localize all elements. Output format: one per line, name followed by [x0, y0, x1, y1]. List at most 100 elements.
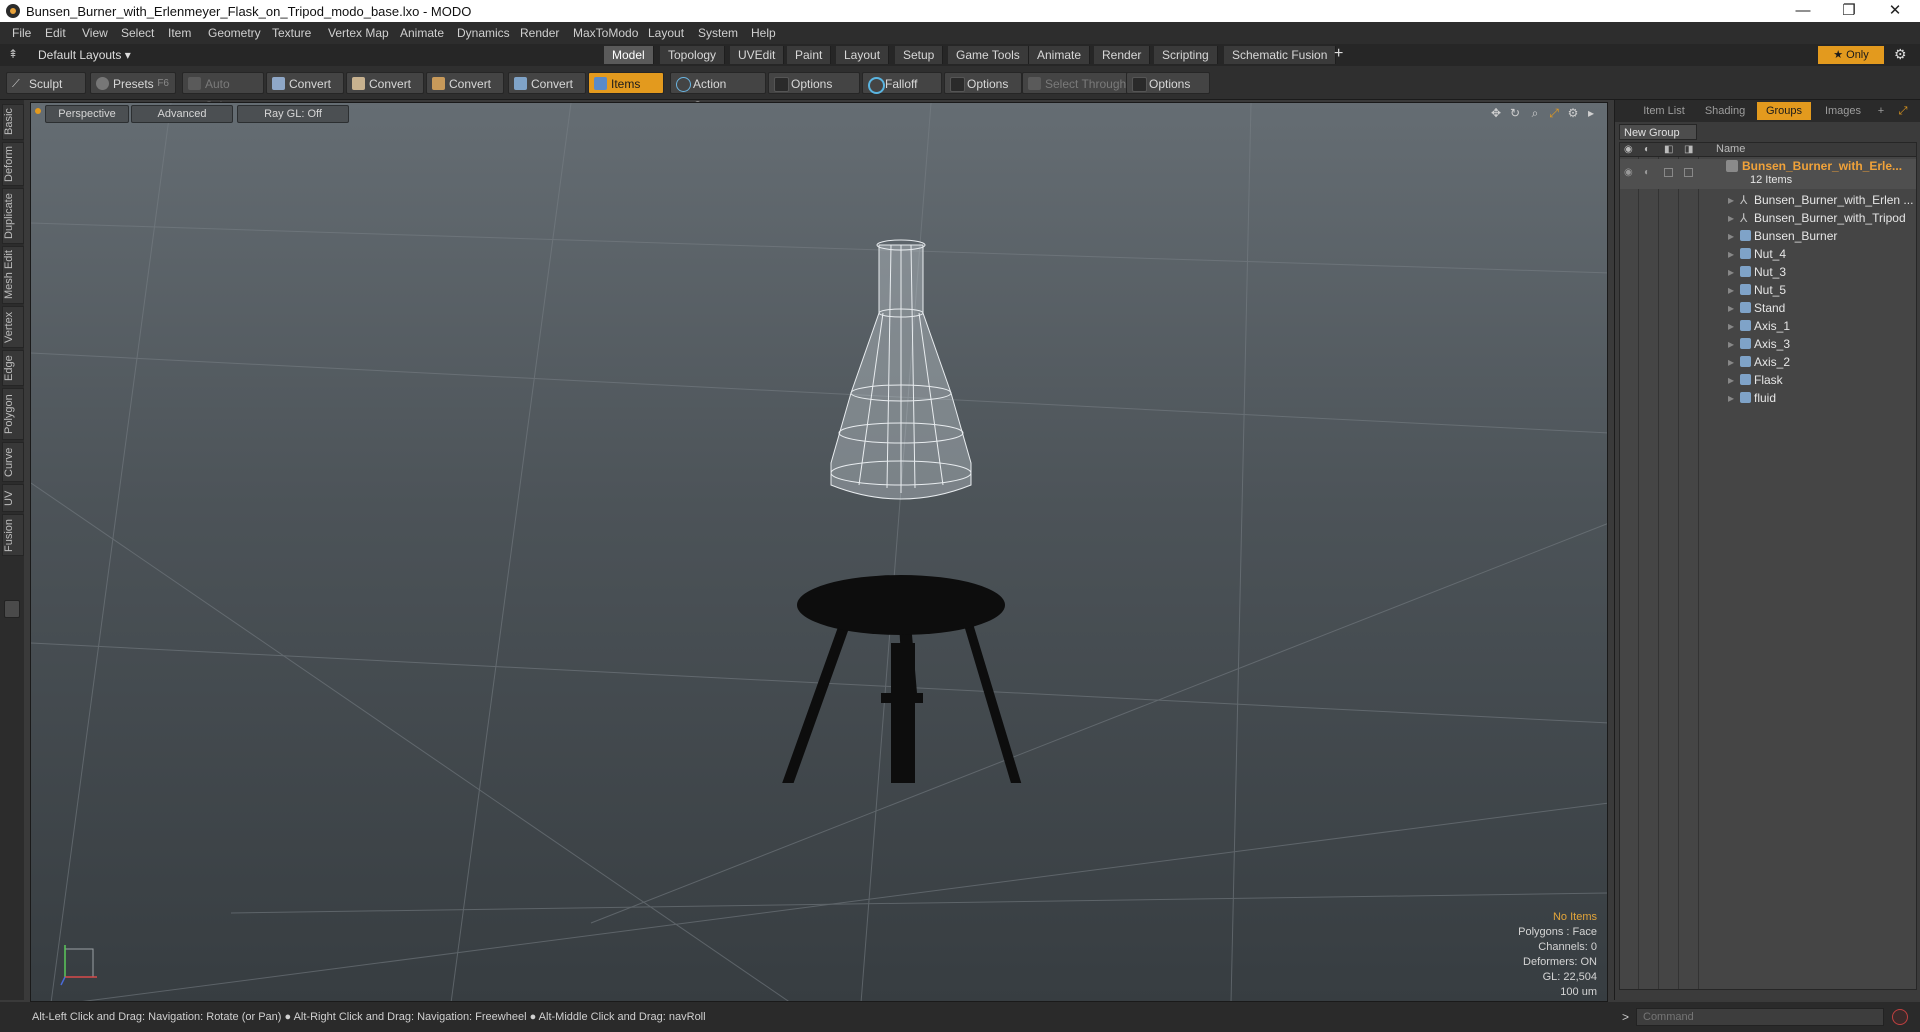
menu-edit[interactable]: Edit: [45, 26, 66, 40]
menu-texture[interactable]: Texture: [272, 26, 311, 40]
tab-edge[interactable]: Edge: [2, 350, 24, 386]
presets-button[interactable]: Presets F6: [90, 72, 176, 94]
raygl-toggle[interactable]: Ray GL: Off: [237, 105, 349, 123]
tab-render[interactable]: Render: [1094, 46, 1151, 64]
viewport-menu-dot[interactable]: [35, 108, 41, 114]
menu-system[interactable]: System: [698, 26, 738, 40]
menu-render[interactable]: Render: [520, 26, 559, 40]
expand-arrow-icon[interactable]: ▸: [1728, 263, 1734, 281]
menu-dynamics[interactable]: Dynamics: [457, 26, 510, 40]
group-row[interactable]: ◉ ◐ Bunsen_Burner_with_Erle... 12 Items: [1620, 159, 1916, 189]
tab-basic[interactable]: Basic: [2, 104, 24, 140]
gear-icon[interactable]: ⚙: [1894, 46, 1907, 63]
menu-file[interactable]: File: [12, 26, 31, 40]
eye-icon[interactable]: ◉: [1624, 167, 1633, 178]
expand-arrow-icon[interactable]: ▸: [1728, 371, 1734, 389]
tab-mesh-edit[interactable]: Mesh Edit: [2, 246, 24, 304]
fit-icon[interactable]: ⤢: [1547, 106, 1561, 120]
tab-game-tools[interactable]: Game Tools: [948, 46, 1029, 64]
action-center-options-button[interactable]: Options: [768, 72, 860, 94]
expand-icon[interactable]: ▸: [1584, 106, 1598, 120]
tab-groups[interactable]: Groups: [1757, 102, 1811, 120]
tab-model[interactable]: Model: [604, 46, 654, 64]
tab-paint[interactable]: Paint: [787, 46, 832, 64]
convert-vertex-button[interactable]: Convert: [266, 72, 344, 94]
convert-polygon-button[interactable]: Convert: [426, 72, 504, 94]
new-group-button[interactable]: New Group: [1619, 124, 1697, 140]
advanced-dropdown[interactable]: Advanced: [131, 105, 233, 123]
tab-item-list[interactable]: Item List: [1635, 102, 1693, 120]
list-item[interactable]: ▸ Nut_4: [1620, 245, 1916, 263]
falloff-options-button[interactable]: Options: [944, 72, 1022, 94]
tab-layout[interactable]: Layout: [836, 46, 890, 64]
panel-toggle-button[interactable]: [4, 600, 20, 618]
list-item[interactable]: ▸ Axis_1: [1620, 317, 1916, 335]
only-toggle[interactable]: ★ Only: [1818, 46, 1884, 64]
tab-animate[interactable]: Animate: [1029, 46, 1091, 64]
expand-arrow-icon[interactable]: ▸: [1728, 335, 1734, 353]
tab-fusion[interactable]: Fusion: [2, 514, 24, 556]
falloff-button[interactable]: Falloff: [862, 72, 942, 94]
expand-arrow-icon[interactable]: ▸: [1728, 209, 1734, 227]
menu-help[interactable]: Help: [751, 26, 776, 40]
tab-deform[interactable]: Deform: [2, 142, 24, 186]
maximize-button[interactable]: ❐: [1826, 0, 1872, 22]
tab-duplicate[interactable]: Duplicate: [2, 188, 24, 244]
list-item[interactable]: ▸ ⅄ Bunsen_Burner_with_Erlen ...: [1620, 191, 1916, 209]
close-button[interactable]: ✕: [1872, 0, 1918, 22]
tab-uvedit[interactable]: UVEdit: [730, 46, 785, 64]
list-item[interactable]: ▸ Axis_3: [1620, 335, 1916, 353]
rotate-icon[interactable]: ↻: [1508, 106, 1522, 120]
render-icon[interactable]: ◐: [1644, 167, 1650, 178]
menu-select[interactable]: Select: [121, 26, 154, 40]
settings-icon[interactable]: ⚙: [1566, 106, 1580, 120]
pan-icon[interactable]: ✥: [1489, 106, 1503, 120]
auto-select-button[interactable]: Auto Select: [182, 72, 264, 113]
add-panel-tab[interactable]: +: [1873, 102, 1889, 120]
default-layouts-dropdown[interactable]: Default Layouts ▾: [38, 48, 131, 62]
menu-animate[interactable]: Animate: [400, 26, 444, 40]
select-checkbox[interactable]: [1684, 168, 1693, 177]
tab-topology[interactable]: Topology: [660, 46, 726, 64]
list-item[interactable]: ▸ Axis_2: [1620, 353, 1916, 371]
list-item[interactable]: ▸ Stand: [1620, 299, 1916, 317]
menu-layout[interactable]: Layout: [648, 26, 684, 40]
items-mode-button[interactable]: Items: [588, 72, 664, 94]
expand-arrow-icon[interactable]: ▸: [1728, 317, 1734, 335]
list-item[interactable]: ▸ Flask: [1620, 371, 1916, 389]
menu-view[interactable]: View: [82, 26, 108, 40]
expand-arrow-icon[interactable]: ▸: [1728, 299, 1734, 317]
tab-scripting[interactable]: Scripting: [1154, 46, 1218, 64]
tab-uv[interactable]: UV: [2, 484, 24, 512]
sculpt-button[interactable]: ⟋ Sculpt: [6, 72, 86, 94]
menu-geometry[interactable]: Geometry: [208, 26, 261, 40]
action-center-button[interactable]: Action Center: [670, 72, 766, 113]
tab-setup[interactable]: Setup: [895, 46, 944, 64]
lock-checkbox[interactable]: [1664, 168, 1673, 177]
select-through-button[interactable]: Select Through: [1022, 72, 1128, 94]
name-column-header[interactable]: Name: [1716, 143, 1745, 155]
convert-edge-button[interactable]: Convert: [346, 72, 424, 94]
list-item[interactable]: ▸ ⅄ Bunsen_Burner_with_Tripod: [1620, 209, 1916, 227]
tab-images[interactable]: Images: [1815, 102, 1871, 120]
convert-item-button[interactable]: Convert: [508, 72, 586, 94]
tab-curve[interactable]: Curve: [2, 442, 24, 482]
expand-panel-icon[interactable]: ⤢: [1895, 102, 1911, 120]
minimize-button[interactable]: —: [1780, 0, 1826, 22]
list-item[interactable]: ▸ fluid: [1620, 389, 1916, 407]
menu-vertex-map[interactable]: Vertex Map: [328, 26, 389, 40]
menu-maxtomodo[interactable]: MaxToModo: [573, 26, 638, 40]
tab-polygon[interactable]: Polygon: [2, 388, 24, 440]
list-item[interactable]: ▸ Nut_3: [1620, 263, 1916, 281]
list-item[interactable]: ▸ Nut_5: [1620, 281, 1916, 299]
3d-viewport[interactable]: Perspective Advanced Ray GL: Off ✥ ↻ ⌕ ⤢…: [30, 102, 1608, 1002]
tab-vertex[interactable]: Vertex: [2, 306, 24, 348]
select-through-options-button[interactable]: Options: [1126, 72, 1210, 94]
command-input[interactable]: [1636, 1008, 1884, 1026]
record-macro-icon[interactable]: [1892, 1009, 1908, 1025]
expand-arrow-icon[interactable]: ▸: [1728, 389, 1734, 407]
layout-collapse-icon[interactable]: ⇞: [8, 47, 22, 61]
perspective-dropdown[interactable]: Perspective: [45, 105, 129, 123]
expand-arrow-icon[interactable]: ▸: [1728, 281, 1734, 299]
add-tab-button[interactable]: +: [1334, 45, 1343, 63]
